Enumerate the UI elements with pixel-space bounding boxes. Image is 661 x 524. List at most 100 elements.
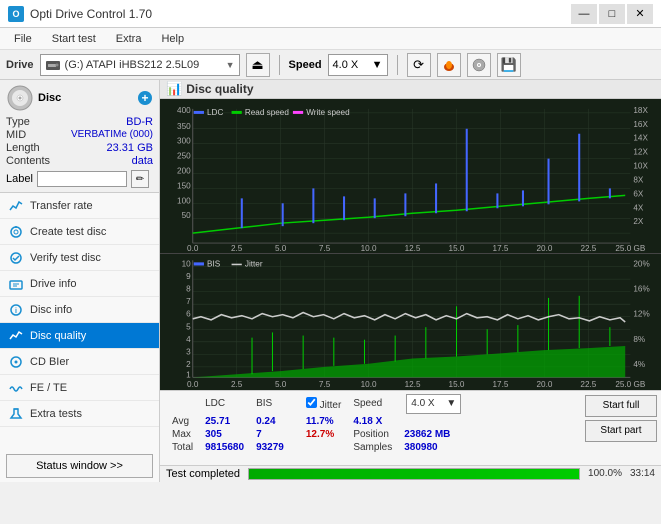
sidebar-item-create-test-disc[interactable]: Create test disc [0, 219, 159, 245]
burn-button[interactable] [437, 53, 461, 77]
col-ldc: LDC [205, 398, 225, 409]
disc-add-icon[interactable]: + [137, 90, 153, 106]
menu-file[interactable]: File [6, 31, 40, 47]
disc-image [6, 84, 34, 112]
refresh-button[interactable]: ⟳ [407, 53, 431, 77]
svg-text:0.0: 0.0 [187, 380, 199, 389]
disc-panel: Disc + Type BD-R MID VERBATIMe (000) Len… [0, 80, 159, 193]
svg-text:12.5: 12.5 [405, 244, 421, 253]
sidebar-item-extra-tests[interactable]: Extra tests [0, 401, 159, 427]
svg-text:5.0: 5.0 [275, 380, 287, 389]
toolbar-sep-2 [397, 55, 398, 75]
speed-label: Speed [289, 59, 322, 71]
sidebar-item-transfer-rate[interactable]: Transfer rate [0, 193, 159, 219]
sidebar: Disc + Type BD-R MID VERBATIMe (000) Len… [0, 80, 160, 482]
svg-text:12%: 12% [633, 310, 650, 319]
sidebar-item-verify-test-disc[interactable]: Verify test disc [0, 245, 159, 271]
sidebar-item-disc-quality[interactable]: Disc quality [0, 323, 159, 349]
top-chart-svg: 400 350 300 250 200 150 100 50 18X 16X 1… [160, 99, 661, 253]
eject-button[interactable]: ⏏ [246, 53, 270, 77]
disc-header: Disc + [6, 84, 153, 112]
samples-value: 380980 [404, 442, 437, 453]
menu-extra[interactable]: Extra [108, 31, 150, 47]
total-bis: 93279 [256, 442, 284, 453]
status-window-button[interactable]: Status window >> [6, 454, 153, 478]
cd-bier-icon [8, 354, 24, 370]
chart-header-icon: 📊 [166, 81, 182, 97]
sidebar-item-label-fe-te: FE / TE [30, 382, 67, 394]
disc-contents-value: data [132, 155, 153, 167]
sidebar-item-drive-info[interactable]: Drive info [0, 271, 159, 297]
disc-icon [472, 58, 486, 72]
svg-text:2X: 2X [633, 217, 644, 226]
svg-text:6X: 6X [633, 189, 644, 198]
svg-text:4: 4 [186, 335, 191, 344]
svg-text:2.5: 2.5 [231, 244, 243, 253]
svg-text:10X: 10X [633, 162, 648, 171]
drive-selector[interactable]: (G:) ATAPI iHBS212 2.5L09 ▼ [40, 54, 240, 76]
minimize-button[interactable]: — [571, 4, 597, 24]
svg-text:5.0: 5.0 [275, 244, 287, 253]
burn-icon [442, 58, 456, 72]
start-full-button[interactable]: Start full [585, 395, 657, 417]
chart-header-title: Disc quality [186, 82, 253, 96]
app-icon: O [8, 6, 24, 22]
svg-text:Write speed: Write speed [306, 108, 349, 117]
jitter-checkbox[interactable] [306, 397, 317, 408]
svg-text:6: 6 [186, 310, 191, 319]
sidebar-item-disc-info[interactable]: i Disc info [0, 297, 159, 323]
col-speed: Speed [353, 398, 382, 409]
app-title: Opti Drive Control 1.70 [30, 7, 152, 21]
sidebar-item-label-drive-info: Drive info [30, 278, 76, 290]
menubar: File Start test Extra Help [0, 28, 661, 50]
speed-inline-selector[interactable]: 4.0 X ▼ [406, 394, 461, 414]
svg-text:150: 150 [177, 181, 191, 190]
maximize-button[interactable]: □ [599, 4, 625, 24]
disc-label-input[interactable] [37, 171, 127, 187]
sidebar-item-label-disc-info: Disc info [30, 304, 72, 316]
disc-contents-field: Contents data [6, 155, 153, 167]
svg-text:8%: 8% [633, 335, 645, 344]
svg-text:20.0: 20.0 [536, 244, 552, 253]
samples-label: Samples [353, 442, 392, 453]
svg-text:9: 9 [186, 272, 191, 281]
disc-icon-btn[interactable] [467, 53, 491, 77]
toolbar-sep-1 [279, 55, 280, 75]
menu-help[interactable]: Help [153, 31, 192, 47]
start-part-button[interactable]: Start part [585, 420, 657, 442]
save-button[interactable]: 💾 [497, 53, 521, 77]
svg-text:5: 5 [186, 322, 191, 331]
window-controls: — □ ✕ [571, 4, 653, 24]
col-bis: BIS [256, 398, 272, 409]
svg-text:22.5: 22.5 [580, 380, 596, 389]
avg-jitter: 11.7% [306, 416, 334, 427]
row-max: Max [172, 429, 191, 440]
sidebar-item-label-verify: Verify test disc [30, 252, 101, 264]
stats-content: LDC BIS Jitter Speed 4.0 X ▼ [160, 391, 661, 465]
disc-length-value: 23.31 GB [107, 142, 153, 154]
drive-info-icon [8, 276, 24, 292]
close-button[interactable]: ✕ [627, 4, 653, 24]
stats-table: LDC BIS Jitter Speed 4.0 X ▼ [160, 391, 581, 465]
svg-text:15.0: 15.0 [449, 244, 465, 253]
speed-value: 4.0 X [333, 59, 359, 71]
drive-name: (G:) ATAPI iHBS212 2.5L09 [65, 59, 222, 71]
svg-text:12.5: 12.5 [405, 380, 421, 389]
svg-text:16%: 16% [633, 284, 650, 293]
progress-bar-container [248, 468, 580, 480]
svg-text:15.0: 15.0 [449, 380, 465, 389]
svg-text:10.0: 10.0 [361, 380, 377, 389]
sidebar-item-fe-te[interactable]: FE / TE [0, 375, 159, 401]
svg-text:7.5: 7.5 [319, 380, 331, 389]
disc-label-edit-btn[interactable]: ✏ [131, 170, 149, 188]
verify-icon [8, 250, 24, 266]
fe-te-icon [8, 380, 24, 396]
disc-type-label: Type [6, 116, 30, 128]
titlebar: O Opti Drive Control 1.70 — □ ✕ [0, 0, 661, 28]
svg-text:20%: 20% [633, 259, 650, 268]
menu-start-test[interactable]: Start test [44, 31, 104, 47]
speed-selector[interactable]: 4.0 X ▼ [328, 54, 388, 76]
bottom-chart: 10 9 8 7 6 5 4 3 2 1 20% 16% 12% 8% 4% [160, 254, 661, 390]
row-avg: Avg [172, 416, 189, 427]
sidebar-item-cd-bier[interactable]: CD BIer [0, 349, 159, 375]
